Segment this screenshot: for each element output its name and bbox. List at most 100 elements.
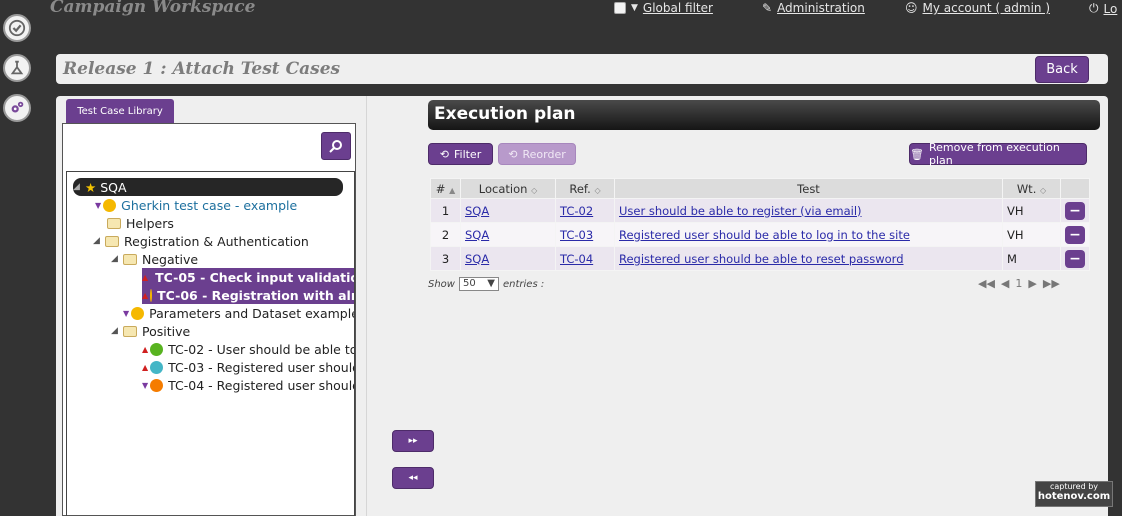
test-link[interactable]: Registered user should be able to log in… [619,228,910,242]
col-header-weight[interactable]: Wt. ◇ [1002,178,1061,199]
col-header-actions [1060,178,1090,199]
global-filter-link[interactable]: Global filter [643,1,713,15]
collapse-icon[interactable]: ◢ [73,182,81,192]
remove-row-button[interactable]: − [1065,249,1085,268]
table-row[interactable]: 1 SQA TC-02 User should be able to regis… [430,198,1090,223]
table-header-row: # ▲ Location ◇ Ref. ◇ Test Wt. ◇ [430,178,1090,199]
folder-icon [123,325,137,337]
tree-node-label: Gherkin test case - example [121,197,298,213]
importance-icon: ▲ [142,362,149,372]
filter-button[interactable]: ⟲ Filter [428,143,493,165]
current-page[interactable]: 1 [1015,277,1022,290]
remove-row-button[interactable]: − [1065,225,1085,244]
ref-link[interactable]: TC-02 [560,204,593,218]
back-button[interactable]: Back [1035,56,1089,83]
table-row[interactable]: 2 SQA TC-03 Registered user should be ab… [430,222,1090,247]
test-link[interactable]: User should be able to register (via ema… [619,204,862,218]
tree-node-label: TC-04 - Registered user should [168,377,355,393]
add-to-plan-button[interactable]: ▸▸ [392,430,434,452]
tree-node-test-case[interactable]: ▲ TC-02 - User should be able to [142,340,354,358]
administration[interactable]: ✎ Administration [762,1,865,15]
tree-node-label: Parameters and Dataset example [149,305,355,321]
table-row[interactable]: 3 SQA TC-04 Registered user should be ab… [430,246,1090,271]
settings-nav-icon[interactable] [3,94,31,122]
administration-link[interactable]: Administration [777,1,865,15]
library-panel: ◢ ★ SQA ▼ Gherkin test case - example He… [62,123,356,516]
remove-from-plan-button[interactable]: 🗑 Remove from execution plan [909,141,1087,167]
execution-plan-table: # ▲ Location ◇ Ref. ◇ Test Wt. ◇ 1 SQA T… [430,178,1090,271]
test-case-nav-icon[interactable] [3,54,31,82]
collapse-icon[interactable]: ◢ [111,254,119,264]
power-icon: ⏻ [1089,1,1099,15]
tree-node-test-case-selected[interactable]: ▲ TC-06 - Registration with alr [142,286,354,304]
status-icon [131,306,145,320]
collapse-icon[interactable]: ◢ [111,326,119,336]
col-header-num[interactable]: # ▲ [430,178,461,199]
tree-node-test-case[interactable]: ▼ TC-04 - Registered user should [142,376,355,394]
filter-icon: ▼ [631,3,638,13]
tree-node-test-case[interactable]: ▼ Parameters and Dataset example [123,304,355,322]
status-icon [150,342,164,356]
importance-icon: ▼ [123,308,130,318]
remove-from-plan-arrow-button[interactable]: ◂◂ [392,467,434,489]
panel-divider[interactable] [366,96,367,516]
collapse-icon[interactable]: ◢ [93,236,101,246]
search-icon [329,140,342,153]
first-page-button[interactable]: ◀◀ [978,277,995,290]
tree-node-label: SQA [100,179,127,195]
tree-node-label: Helpers [126,215,174,231]
logout-link[interactable]: Lo [1104,2,1118,16]
status-icon [150,378,164,392]
logout[interactable]: ⏻ Lo [1089,1,1117,16]
search-button[interactable] [321,132,351,160]
next-page-button[interactable]: ▶ [1028,277,1036,290]
tree-node-root[interactable]: ◢ ★ SQA [73,178,343,196]
page-size-control: Show 50 ▼ entries : [428,277,544,291]
reorder-icon: ⟲ [508,147,518,161]
tree-node-folder[interactable]: Helpers [107,214,174,232]
pagination: ◀◀ ◀ 1 ▶ ▶▶ [978,277,1060,290]
remove-row-button[interactable]: − [1065,201,1085,220]
reorder-label: Reorder [522,147,566,161]
page-title: Release 1 : Attach Test Cases [63,59,341,79]
chevron-down-icon: ▼ [487,278,495,289]
show-label: Show [428,278,455,290]
test-link[interactable]: Registered user should be able to reset … [619,252,904,266]
col-header-location[interactable]: Location ◇ [460,178,556,199]
tree-node-folder[interactable]: ◢ Registration & Authentication [93,232,309,250]
location-link[interactable]: SQA [465,228,489,242]
campaign-nav-icon[interactable] [3,14,31,42]
row-num: 1 [430,198,461,223]
global-filter-checkbox[interactable] [614,2,626,14]
importance-icon: ▲ [142,272,149,282]
execution-plan-title: Execution plan [428,100,1100,130]
prev-page-button[interactable]: ◀ [1001,277,1009,290]
location-link[interactable]: SQA [465,252,489,266]
col-header-test[interactable]: Test [614,178,1003,199]
col-header-ref[interactable]: Ref. ◇ [555,178,615,199]
status-icon [103,198,117,212]
tree-node-label: TC-05 - Check input validatio [155,269,355,285]
watermark: captured by hotenov.com [1035,481,1113,507]
folder-icon [107,217,121,229]
tree-node-test-case-selected[interactable]: ▲ TC-05 - Check input validatio [142,268,355,286]
tree-node-test-case[interactable]: ▲ TC-03 - Registered user should [142,358,354,376]
trash-icon: 🗑 [910,147,924,161]
location-link[interactable]: SQA [465,204,489,218]
tab-test-case-library[interactable]: Test Case Library [66,99,174,123]
global-filter[interactable]: ▼ Global filter [614,1,713,15]
ref-link[interactable]: TC-04 [560,252,593,266]
last-page-button[interactable]: ▶▶ [1043,277,1060,290]
title-bar: Release 1 : Attach Test Cases Back [56,54,1108,84]
tree-node-folder[interactable]: ◢ Negative [111,250,198,268]
my-account[interactable]: ☺ My account ( admin ) [905,1,1050,15]
tree-node-label: Positive [142,323,191,339]
page-size-select[interactable]: 50 ▼ [458,277,499,291]
reorder-button[interactable]: ⟲ Reorder [498,143,576,165]
ref-link[interactable]: TC-03 [560,228,593,242]
my-account-link[interactable]: My account ( admin ) [923,1,1050,15]
tree-node-test-case[interactable]: ▼ Gherkin test case - example [95,196,297,214]
row-num: 2 [430,222,461,247]
tree-node-folder[interactable]: ◢ Positive [111,322,190,340]
status-icon [150,360,164,374]
